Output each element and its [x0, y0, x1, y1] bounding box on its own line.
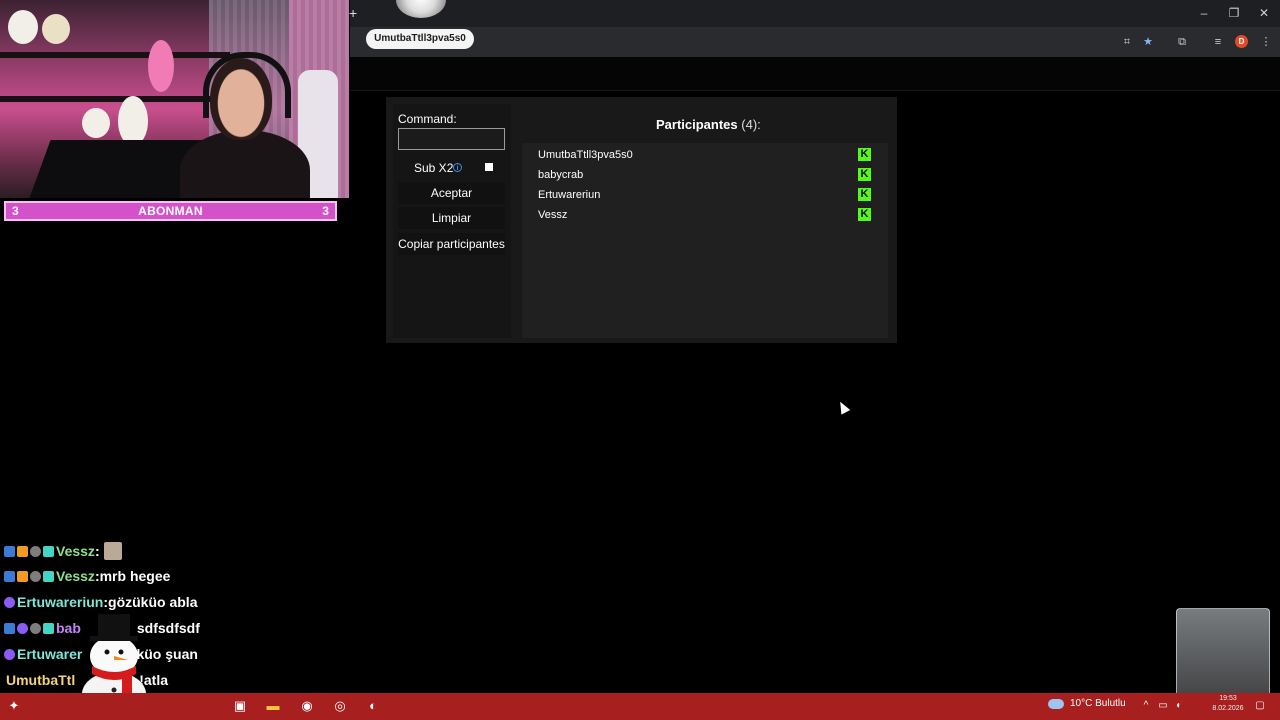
- badge-icon: [17, 545, 28, 557]
- goal-title: ABONMAN: [138, 204, 203, 218]
- chat-username: Vessz: [56, 543, 95, 559]
- goal-right-count: 3: [322, 204, 329, 218]
- chat-username: Ertuwarer: [17, 646, 83, 662]
- badge-icon: [30, 570, 41, 582]
- url-chip[interactable]: UmutbaTtll3pva5s0: [366, 29, 474, 49]
- network-icon[interactable]: ▭: [1155, 698, 1171, 714]
- cloud-icon: [1048, 698, 1064, 709]
- bookmark-star-icon[interactable]: ★: [1141, 35, 1155, 49]
- kick-icon: K: [858, 208, 871, 221]
- file-explorer-icon[interactable]: ▬: [265, 698, 281, 714]
- weather-text: 10°C Bulutlu: [1070, 698, 1126, 709]
- system-clock[interactable]: 19:53 8.02.2026: [1208, 694, 1248, 714]
- badge-icon: [4, 570, 15, 582]
- sub-goal-bar: 3 ABONMAN 3: [4, 201, 337, 221]
- badge-icon: [43, 570, 54, 582]
- sub-x2-checkbox[interactable]: [485, 163, 493, 171]
- command-input[interactable]: [398, 128, 505, 150]
- menu-kebab-icon[interactable]: ⋮: [1259, 35, 1273, 49]
- chat-line: Vessz : mrb hegee: [4, 568, 170, 584]
- badge-icon: [4, 622, 15, 634]
- media-control-icon[interactable]: ≡: [1211, 35, 1225, 49]
- participant-name: Ertuwareriun: [538, 189, 601, 201]
- webcam-feed: [0, 0, 349, 198]
- obs-icon[interactable]: ◐: [365, 698, 381, 714]
- chrome-icon[interactable]: ◉: [299, 698, 315, 714]
- close-button[interactable]: ✕: [1257, 6, 1271, 20]
- browser-tab-strip: [350, 0, 1280, 27]
- badge-icon: [17, 570, 28, 582]
- badge-icon: [30, 622, 41, 634]
- sub-x2-label: Sub X2: [414, 161, 454, 175]
- kick-icon: K: [858, 168, 871, 181]
- mouse-cursor-icon: [835, 399, 851, 415]
- notifications-icon[interactable]: ▢: [1252, 698, 1268, 714]
- weather-widget[interactable]: 10°C Bulutlu: [1048, 698, 1126, 709]
- badge-icon: [17, 622, 28, 634]
- restore-button[interactable]: ❐: [1227, 6, 1241, 20]
- participants-count: (4):: [741, 117, 761, 132]
- kick-icon: K: [858, 148, 871, 161]
- chat-separator: :: [94, 543, 100, 559]
- translate-icon[interactable]: ⌗: [1120, 35, 1134, 49]
- chat-username: Vessz: [56, 568, 95, 584]
- clock-date: 8.02.2026: [1212, 705, 1244, 712]
- badge-icon: [43, 622, 54, 634]
- minimize-button[interactable]: –: [1197, 6, 1211, 20]
- badge-icon: [30, 545, 41, 557]
- participant-name: Vessz: [538, 209, 568, 221]
- badge-icon: [4, 545, 15, 557]
- task-view-icon[interactable]: ▣: [232, 698, 248, 714]
- clear-button[interactable]: Limpiar: [398, 207, 505, 229]
- participant-name: babycrab: [538, 169, 584, 181]
- accept-button[interactable]: Aceptar: [398, 182, 505, 204]
- extensions-icon[interactable]: ⧉: [1175, 35, 1189, 49]
- goal-left-count: 3: [12, 204, 19, 218]
- participants-title: Participantes (4):: [656, 117, 761, 132]
- emote-icon: [103, 542, 122, 560]
- kick-icon: K: [858, 188, 871, 201]
- chat-username: UmutbaTtl: [6, 672, 76, 688]
- bookmark-bar: [350, 57, 1280, 91]
- chat-message: mrb hegee: [99, 568, 171, 584]
- clock-time: 19:53: [1219, 695, 1237, 702]
- copy-participants-button[interactable]: Copiar participantes: [398, 233, 505, 255]
- new-tab-button[interactable]: +: [349, 6, 359, 20]
- profile-avatar[interactable]: D: [1235, 35, 1248, 48]
- command-label: Command:: [398, 112, 457, 126]
- info-icon[interactable]: i: [453, 163, 462, 172]
- discord-icon[interactable]: ◎: [332, 698, 348, 714]
- badge-icon: [4, 596, 15, 608]
- badge-icon: [43, 545, 54, 557]
- start-icon[interactable]: ✦: [6, 698, 22, 714]
- chat-line: Vessz :: [4, 542, 122, 560]
- participant-name: UmutbaTtll3pva5s0: [538, 149, 633, 161]
- volume-icon[interactable]: ◖: [1170, 698, 1186, 714]
- badge-icon: [4, 648, 15, 660]
- participants-title-label: Participantes: [656, 117, 738, 132]
- tray-chevron-icon[interactable]: ^: [1138, 698, 1154, 714]
